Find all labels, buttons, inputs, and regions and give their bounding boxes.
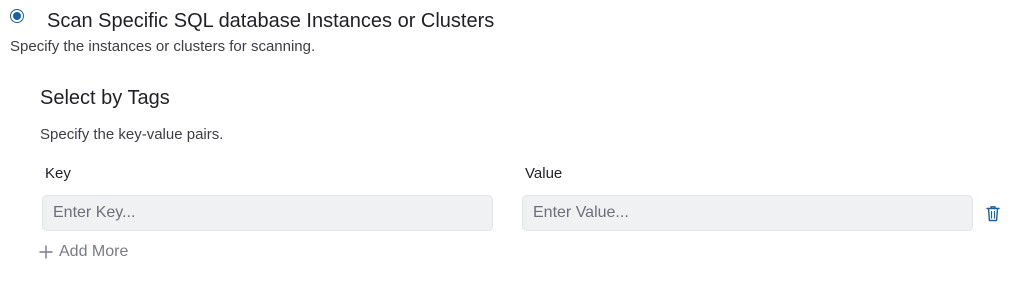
- radio-selected-icon[interactable]: [10, 9, 24, 23]
- delete-row-button[interactable]: [983, 203, 1003, 223]
- add-more-label: Add More: [59, 243, 129, 260]
- key-label: Key: [45, 165, 71, 182]
- scan-option-title[interactable]: Scan Specific SQL database Instances or …: [47, 9, 494, 33]
- value-input[interactable]: [522, 195, 973, 231]
- key-input[interactable]: [42, 195, 493, 231]
- tags-section-title: Select by Tags: [40, 87, 170, 109]
- add-more-button[interactable]: Add More: [39, 243, 128, 261]
- value-label: Value: [525, 165, 563, 182]
- scan-option-description: Specify the instances or clusters for sc…: [10, 38, 316, 55]
- scan-specific-radio[interactable]: [10, 9, 24, 23]
- radio-dot: [13, 12, 21, 20]
- tags-section-description: Specify the key-value pairs.: [40, 126, 224, 143]
- trash-icon: [986, 205, 1000, 221]
- plus-icon: [39, 245, 53, 259]
